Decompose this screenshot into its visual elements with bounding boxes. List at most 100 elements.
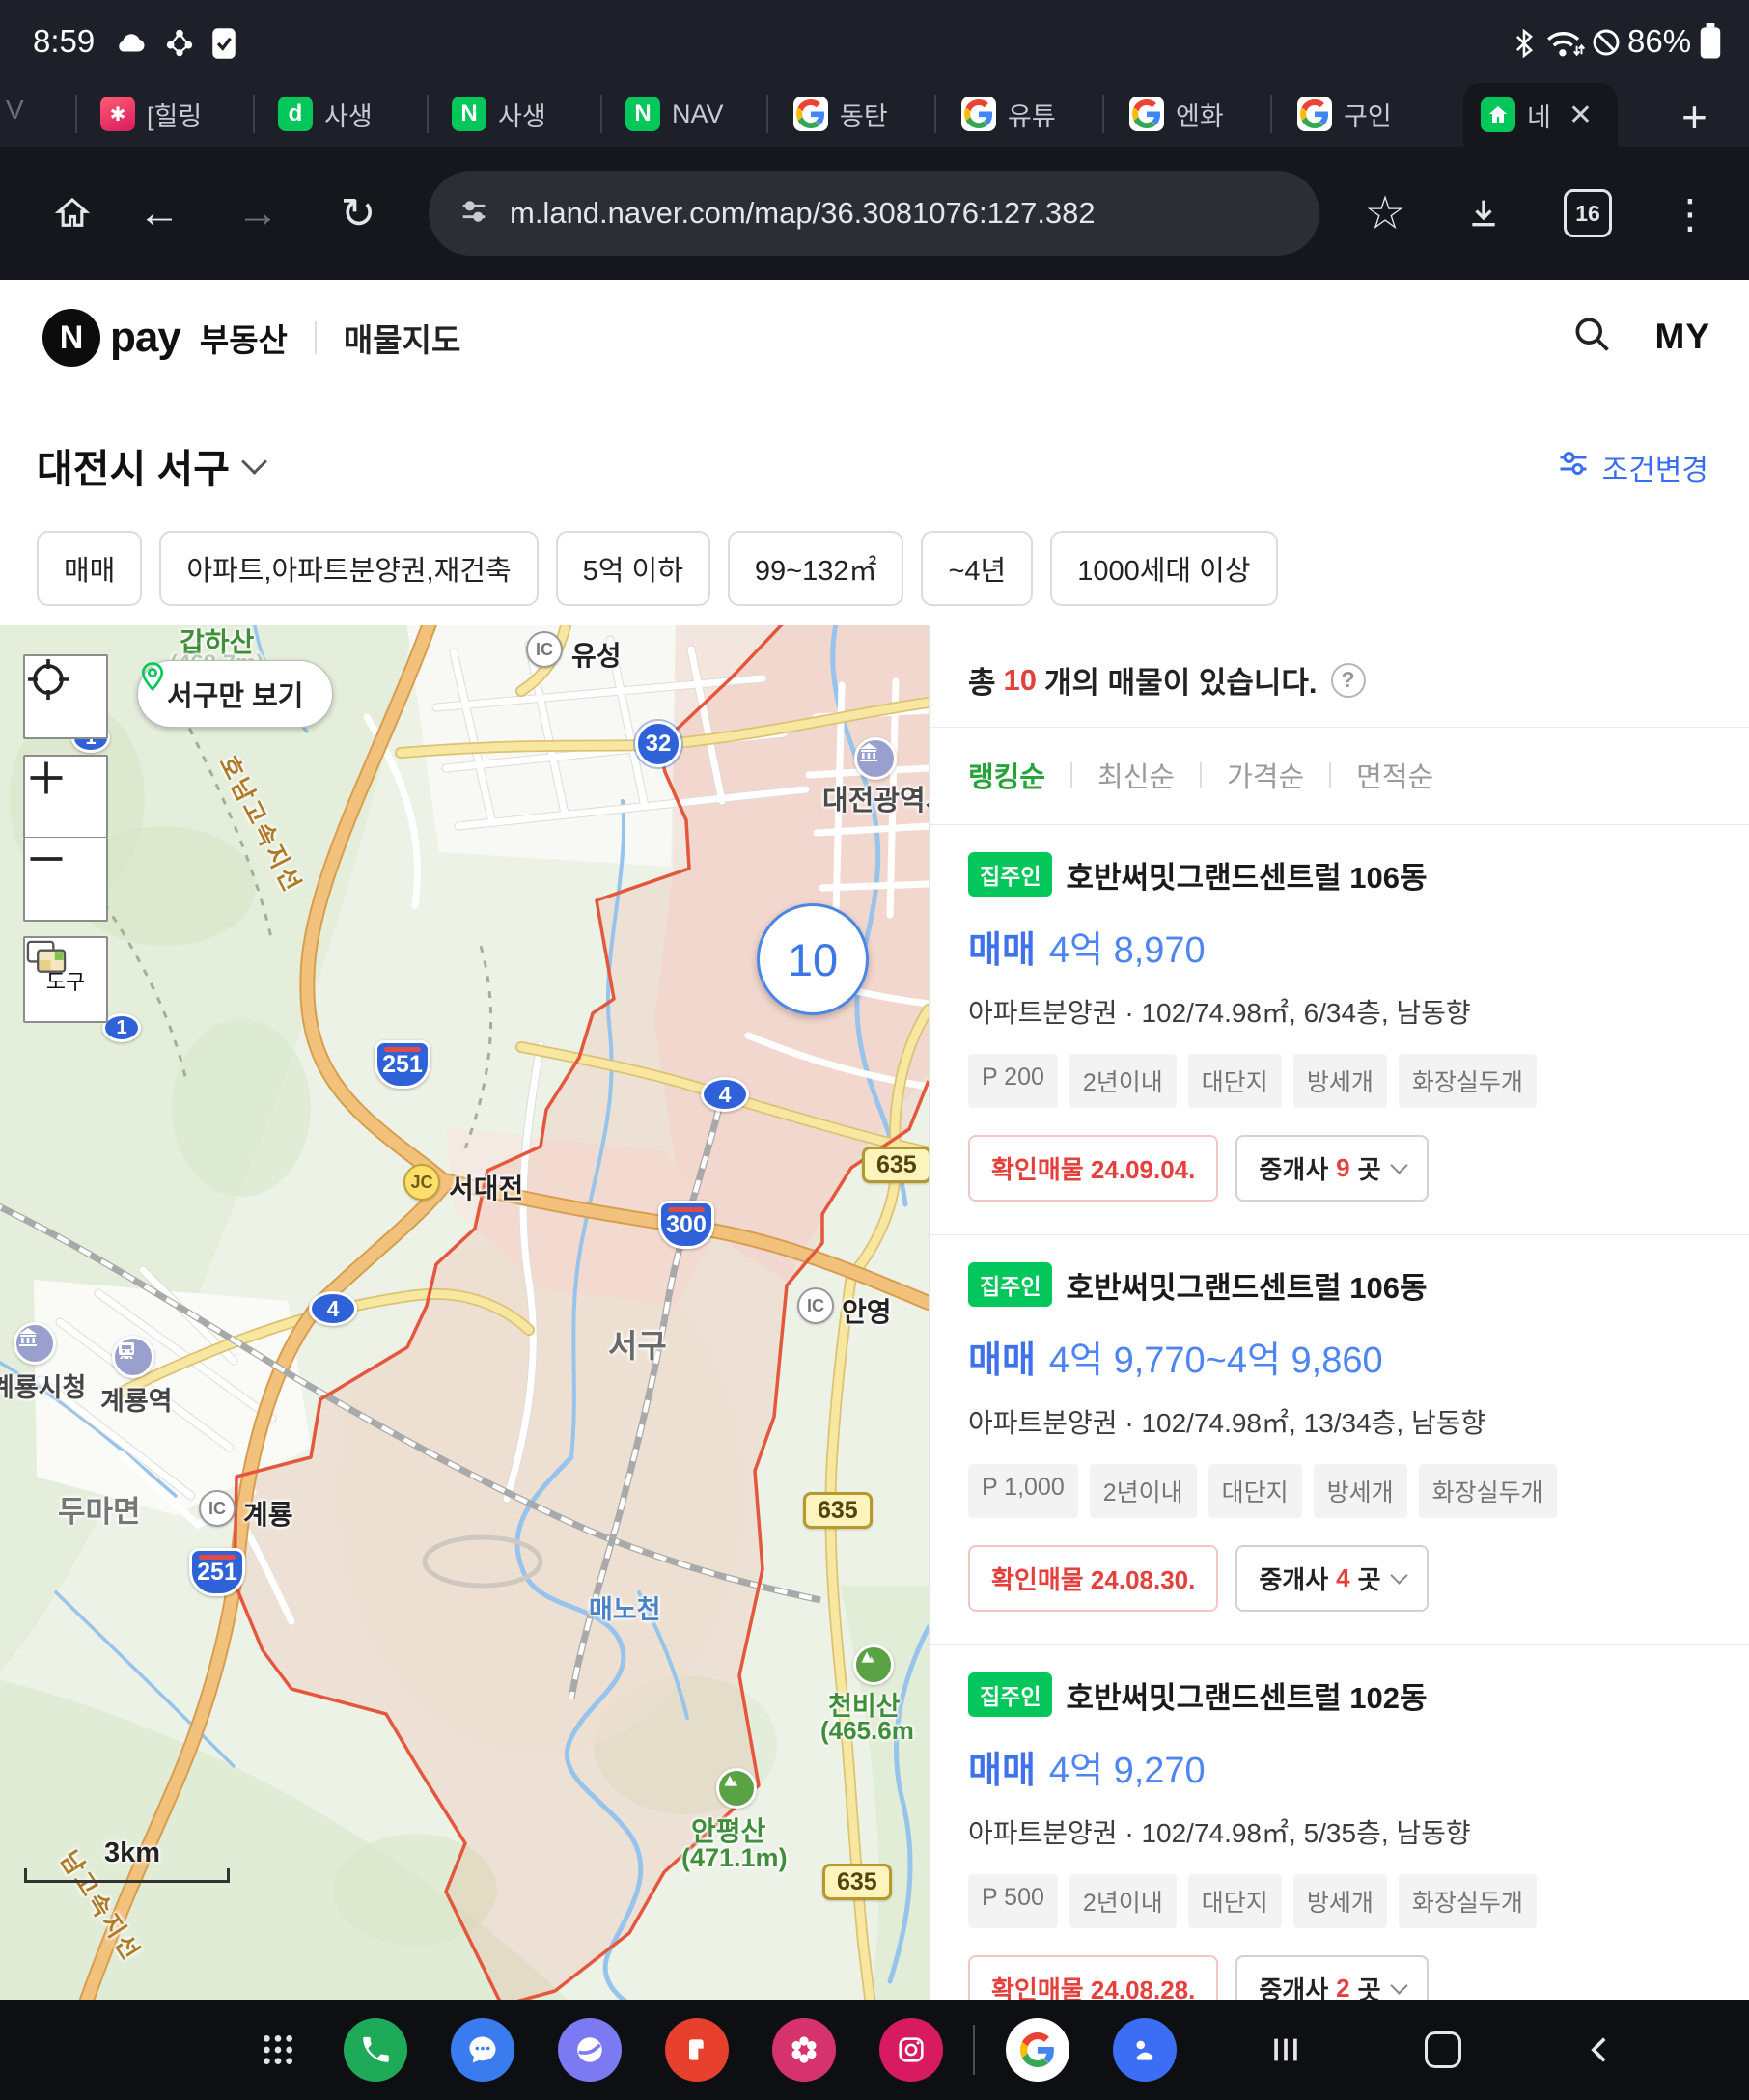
tab-youtube[interactable]: 유튜	[961, 87, 1087, 141]
back-button[interactable]	[1562, 2000, 1639, 2100]
mountain-icon-anpyeong	[716, 1768, 757, 1809]
agents-dropdown-button[interactable]: 중개사 9곳	[1235, 1135, 1428, 1202]
wifi-icon	[1544, 27, 1585, 65]
zoom-out-button[interactable]	[23, 838, 108, 922]
tab-guin[interactable]: 구인	[1297, 87, 1423, 141]
naver-pay-logo[interactable]: N pay 부동산 매물지도	[42, 309, 460, 367]
map-label-anpyeong-elev: (471.1m)	[681, 1843, 788, 1873]
map-canvas[interactable]: 갑하산 (468.7m) IC 유성 32 대전광역시 호남고속지선 251 J…	[0, 625, 929, 2000]
map-label-duma-myeon: 두마면	[58, 1487, 141, 1531]
google-app-icon[interactable]	[1006, 2018, 1069, 2082]
listing-title[interactable]: 호반써밋그랜드센트럴 106동	[1066, 853, 1427, 897]
flower-app-icon[interactable]	[772, 2018, 836, 2082]
tab-naver[interactable]: N NAV	[625, 87, 751, 141]
naver-blue-app-icon[interactable]	[1113, 2018, 1177, 2082]
tag: P 1,000	[968, 1464, 1078, 1518]
verified-listing-button[interactable]: 확인매물 24.08.30.	[968, 1545, 1218, 1612]
verified-listing-button[interactable]: 확인매물 24.09.04.	[968, 1135, 1218, 1202]
new-tab-button[interactable]: +	[1681, 91, 1707, 143]
listing-card[interactable]: 집주인 호반써밋그랜드센트럴 102동 매매4억 9,270 아파트분양권 · …	[930, 1644, 1749, 2000]
agents-dropdown-button[interactable]: 중개사 4곳	[1235, 1545, 1428, 1612]
tab-dongtan[interactable]: 동탄	[793, 87, 919, 141]
tag: 2년이내	[1069, 1054, 1177, 1108]
url-bar[interactable]: m.land.naver.com/map/36.3081076:127.382	[429, 171, 1319, 256]
tab-favicon: ✱	[100, 97, 135, 131]
filter-chip-trade-type[interactable]: 매매	[37, 531, 142, 606]
filter-chip-households[interactable]: 1000세대 이상	[1050, 531, 1277, 606]
train-station-icon	[112, 1336, 154, 1378]
map-label-daejeon-city: 대전광역시	[822, 778, 929, 818]
route-shield-300: 300	[658, 1201, 714, 1249]
filter-chip-age[interactable]: ~4년	[921, 531, 1033, 606]
listing-card[interactable]: 집주인 호반써밋그랜드센트럴 106동 매매4억 8,970 아파트분양권 · …	[930, 824, 1749, 1234]
site-settings-icon[interactable]	[458, 195, 490, 233]
reload-icon[interactable]: ↻	[315, 147, 402, 280]
search-icon[interactable]	[1570, 313, 1613, 360]
listing-price: 매매4억 9,770~4억 9,860	[968, 1330, 1710, 1383]
tab-enhwa[interactable]: 엔화	[1129, 87, 1255, 141]
map-label-cheonbi-elev: (465.6m	[820, 1716, 914, 1746]
menu-kebab-icon[interactable]: ⋮	[1647, 147, 1734, 280]
close-tab-icon[interactable]: ✕	[1569, 98, 1593, 132]
app-drawer-icon[interactable]	[239, 2000, 317, 2100]
sort-bar: 랭킹순 최신순 가격순 면적순	[930, 728, 1749, 824]
tab-fragment: V	[6, 95, 24, 125]
red-app-icon[interactable]	[665, 2018, 729, 2082]
url-text: m.land.naver.com/map/36.3081076:127.382	[510, 196, 1096, 231]
brand-section[interactable]: 부동산	[200, 315, 288, 361]
listing-tags: P 200 2년이내 대단지 방세개 화장실두개	[968, 1054, 1710, 1108]
verified-listing-button[interactable]: 확인매물 24.08.28.	[968, 1955, 1218, 2000]
my-menu[interactable]: MY	[1655, 317, 1711, 357]
home-button[interactable]	[1404, 2000, 1482, 2100]
route-badge-635: 635	[862, 1147, 929, 1183]
zoom-in-button[interactable]	[23, 755, 108, 839]
sort-price[interactable]: 가격순	[1227, 755, 1304, 795]
tag: 화장실두개	[1399, 1054, 1537, 1108]
current-location-button[interactable]	[23, 654, 108, 739]
tag: 방세개	[1293, 1874, 1387, 1928]
view-district-only-button[interactable]: 서구만 보기	[137, 660, 333, 728]
listing-title[interactable]: 호반써밋그랜드센트럴 102동	[1066, 1673, 1427, 1717]
status-bar: 8:59 86%	[0, 0, 1749, 81]
download-icon[interactable]	[1440, 147, 1527, 280]
filter-chip-price[interactable]: 5억 이하	[556, 531, 710, 606]
filter-change-button[interactable]: 조건변경	[1556, 446, 1708, 488]
filter-chip-property-type[interactable]: 아파트,아파트분양권,재건축	[159, 531, 538, 606]
filter-chip-area[interactable]: 99~132㎡	[728, 531, 904, 606]
region-bar: 대전시 서구 조건변경	[0, 403, 1749, 511]
battery-icon	[1699, 23, 1722, 65]
home-icon[interactable]	[29, 147, 116, 280]
samsung-internet-app-icon[interactable]	[558, 2018, 622, 2082]
tab-sasaeng-1[interactable]: d 사생	[278, 87, 413, 141]
recents-button[interactable]	[1247, 2000, 1324, 2100]
listing-cluster-marker[interactable]: 10	[757, 903, 869, 1015]
tab-favicon-google	[1129, 97, 1164, 131]
messages-app-icon[interactable]	[451, 2018, 514, 2082]
tab-sasaeng-2[interactable]: N 사생	[452, 87, 587, 141]
sort-ranking[interactable]: 랭킹순	[968, 755, 1045, 795]
help-icon[interactable]: ?	[1331, 663, 1366, 698]
tab-favicon-google	[961, 97, 996, 131]
back-icon[interactable]: ←	[116, 147, 203, 280]
sort-area[interactable]: 면적순	[1356, 755, 1433, 795]
tab-naver-land-active[interactable]: 네 ✕	[1463, 83, 1618, 147]
app-notification-molecule-icon	[164, 27, 195, 63]
camera-app-icon[interactable]	[879, 2018, 943, 2082]
owner-badge: 집주인	[968, 1262, 1052, 1307]
listing-card[interactable]: 집주인 호반써밋그랜드센트럴 106동 매매4억 9,770~4억 9,860 …	[930, 1234, 1749, 1644]
listing-tags: P 1,000 2년이내 대단지 방세개 화장실두개	[968, 1464, 1710, 1518]
forward-icon[interactable]: →	[214, 147, 301, 280]
route-badge-1: 1	[102, 1013, 141, 1042]
map-tools-button[interactable]: 도구	[23, 936, 108, 1023]
agents-dropdown-button[interactable]: 중개사 2곳	[1235, 1955, 1428, 2000]
route-badge-635: 635	[803, 1492, 873, 1529]
bookmark-star-icon[interactable]: ☆	[1342, 147, 1429, 280]
phone-app-icon[interactable]	[344, 2018, 407, 2082]
region-selector[interactable]: 대전시 서구	[37, 436, 264, 494]
listing-title[interactable]: 호반써밋그랜드센트럴 106동	[1066, 1263, 1427, 1307]
sort-newest[interactable]: 최신순	[1097, 755, 1175, 795]
tab-favicon-google	[793, 97, 828, 131]
listings-panel: 총 10 개의 매물이 있습니다. ? 랭킹순 최신순 가격순 면적순 집주인 …	[929, 625, 1749, 2000]
tab-healing[interactable]: ✱ [힐링	[100, 87, 245, 141]
tab-switcher[interactable]: 16	[1544, 147, 1631, 280]
